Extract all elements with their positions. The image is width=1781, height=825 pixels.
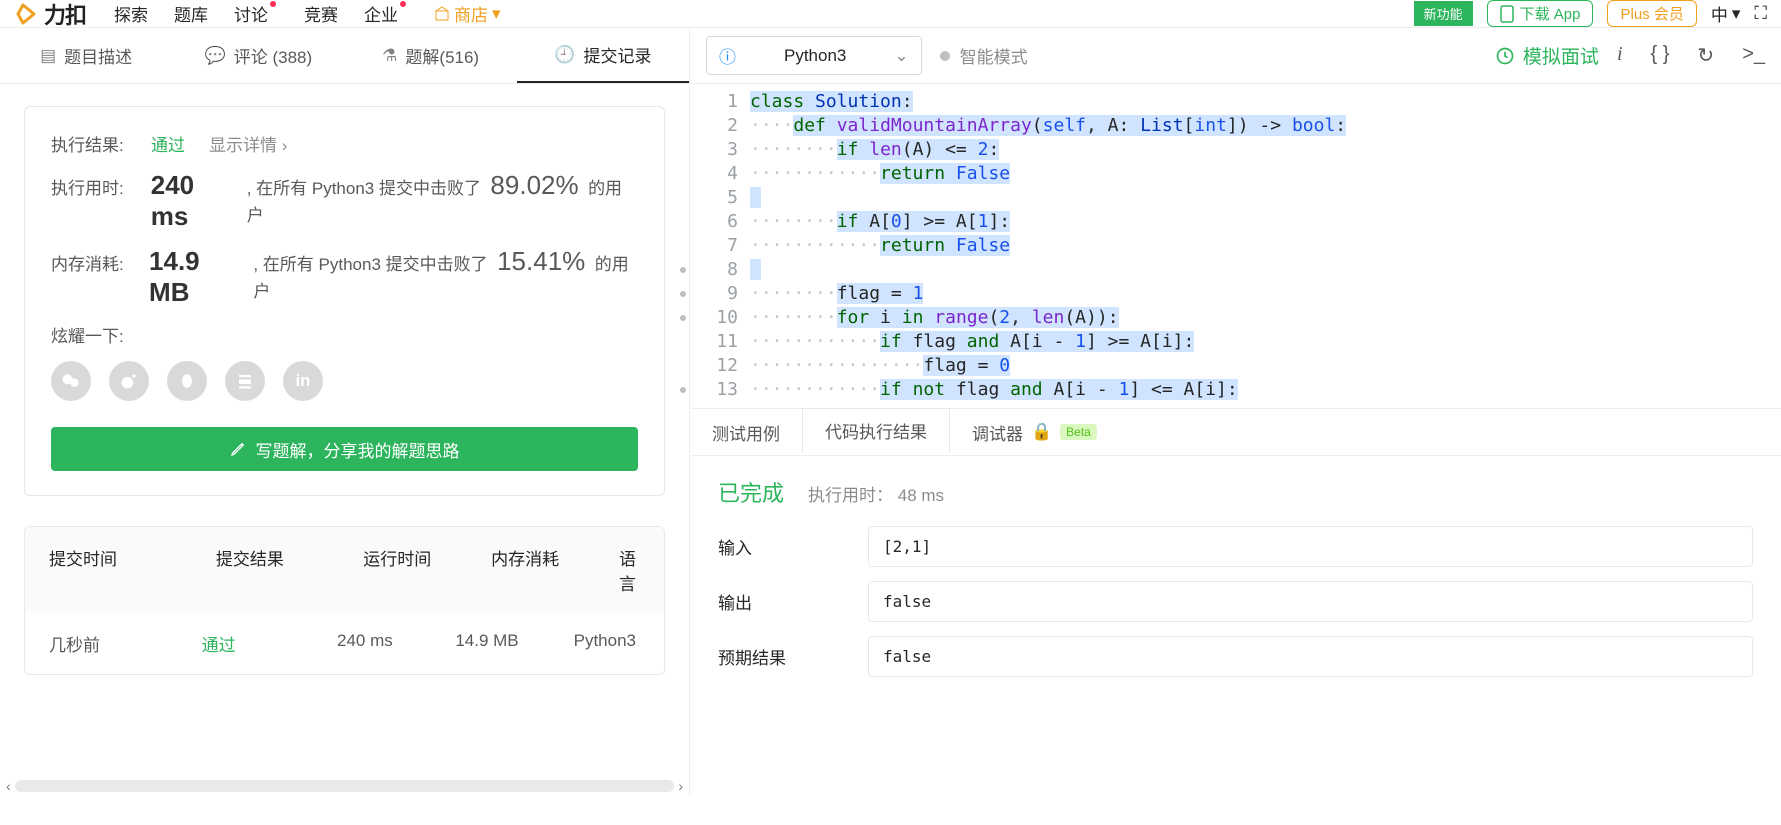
cell-result: 通过	[178, 631, 313, 656]
language-switch[interactable]: 中▾	[1711, 1, 1741, 26]
mock-interview-button[interactable]: 模拟面试	[1495, 42, 1599, 69]
info-icon: ⓘ	[719, 43, 736, 68]
lock-icon: 🔒	[1031, 422, 1052, 442]
table-row[interactable]: 几秒前 通过 240 ms 14.9 MB Python3	[25, 613, 664, 674]
red-dot-icon	[270, 1, 276, 7]
feature-flag: 新功能	[1414, 1, 1473, 26]
exec-status: 已完成	[718, 476, 784, 508]
flask-icon: ⚗	[382, 46, 397, 66]
bottom-tabs: 测试用例 代码执行结果 调试器 🔒 Beta	[690, 408, 1781, 456]
plus-button[interactable]: Plus 会员	[1607, 0, 1696, 27]
tab-exec-result[interactable]: 代码执行结果	[802, 408, 950, 454]
exec-runtime: 执行用时： 48 ms	[808, 481, 944, 506]
runtime-value: 240 ms	[151, 170, 239, 232]
tab-submissions[interactable]: 🕘提交记录	[517, 28, 689, 83]
result-status: 通过	[151, 131, 185, 156]
terminal-icon[interactable]: >_	[1742, 43, 1765, 68]
horizontal-scrollbar[interactable]: ‹ ›	[0, 777, 689, 795]
description-icon: ▤	[40, 46, 56, 66]
plus-label: Plus 会员	[1620, 3, 1683, 24]
code-editor[interactable]: 12345678910111213 class Solution:····def…	[690, 84, 1781, 408]
logo-text: 力扣	[44, 0, 86, 30]
clock-icon: 🕘	[554, 45, 575, 65]
tab-solutions[interactable]: ⚗题解(516)	[345, 28, 517, 83]
reset-icon[interactable]: ↻	[1697, 43, 1714, 68]
th-result: 提交结果	[192, 545, 339, 595]
comment-icon: 💬	[205, 46, 226, 66]
submission-table: 提交时间 提交结果 运行时间 内存消耗 语言 几秒前 通过 240 ms 14.…	[24, 526, 665, 675]
output-value: false	[868, 581, 1753, 622]
download-app-button[interactable]: 下载 App	[1487, 0, 1594, 27]
tab-description[interactable]: ▤题目描述	[0, 28, 172, 83]
result-label: 执行结果:	[51, 131, 151, 156]
cell-runtime: 240 ms	[313, 631, 431, 656]
result-card: 执行结果: 通过 显示详情 › 执行用时: 240 ms , 在所有 Pytho…	[24, 106, 665, 496]
memory-tail: , 在所有 Python3 提交中击败了 15.41% 的用户	[253, 246, 638, 302]
braces-icon[interactable]: { }	[1651, 43, 1670, 68]
nav-contest[interactable]: 竞赛	[304, 1, 338, 26]
wechat-icon[interactable]	[51, 361, 91, 401]
weibo-icon[interactable]	[109, 361, 149, 401]
th-memory: 内存消耗	[467, 545, 595, 595]
language-dropdown[interactable]: ⓘ Python3 ⌄	[706, 36, 922, 75]
editor-toolbar: ⓘ Python3 ⌄ 智能模式 模拟面试 i { } ↻ >_	[690, 28, 1781, 84]
beta-badge: Beta	[1060, 424, 1097, 440]
input-value: [2,1]	[868, 526, 1753, 567]
cell-time: 几秒前	[25, 631, 178, 656]
mode-dot-icon	[940, 51, 950, 61]
tab-testcases[interactable]: 测试用例	[690, 409, 802, 455]
chevron-down-icon: ⌄	[894, 46, 908, 66]
memory-value: 14.9 MB	[149, 246, 245, 308]
nav-discuss[interactable]: 讨论	[234, 1, 278, 26]
douban-icon[interactable]	[225, 361, 265, 401]
cell-memory: 14.9 MB	[431, 631, 549, 656]
output-label: 输出	[718, 589, 788, 614]
nav-explore[interactable]: 探索	[114, 1, 148, 26]
download-label: 下载 App	[1520, 3, 1581, 24]
runtime-tail: , 在所有 Python3 提交中击败了 89.02% 的用户	[247, 170, 638, 226]
chevron-down-icon: ▾	[492, 4, 501, 24]
th-lang: 语言	[595, 545, 664, 595]
language-value: Python3	[784, 46, 846, 66]
nav-problems[interactable]: 题库	[174, 1, 208, 26]
scroll-left-icon[interactable]: ‹	[6, 778, 11, 794]
expected-value: false	[868, 636, 1753, 677]
logo[interactable]: 力扣	[14, 0, 86, 30]
execution-panel: 已完成 执行用时： 48 ms 输入 [2,1] 输出 false 预期结果 f…	[690, 456, 1781, 711]
nav-enterprise[interactable]: 企业	[364, 1, 408, 26]
runtime-label: 执行用时:	[51, 174, 151, 199]
fullscreen-icon[interactable]: ⛶	[1754, 3, 1767, 24]
th-time: 提交时间	[25, 545, 192, 595]
input-label: 输入	[718, 534, 788, 559]
tab-debugger[interactable]: 调试器 🔒 Beta	[950, 409, 1119, 455]
qq-icon[interactable]	[167, 361, 207, 401]
memory-label: 内存消耗:	[51, 250, 149, 275]
linkedin-icon[interactable]: in	[283, 361, 323, 401]
info-italic-icon[interactable]: i	[1617, 43, 1623, 68]
smart-mode[interactable]: 智能模式	[940, 43, 1028, 68]
nav-shop[interactable]: 商店 ▾	[434, 1, 501, 26]
red-dot-icon	[400, 1, 406, 7]
left-tabs: ▤题目描述 💬评论 (388) ⚗题解(516) 🕘提交记录	[0, 28, 689, 84]
th-runtime: 运行时间	[339, 545, 467, 595]
tab-comments[interactable]: 💬评论 (388)	[172, 28, 344, 83]
write-solution-label: 写题解，分享我的解题思路	[256, 437, 460, 462]
show-detail-link[interactable]: 显示详情 ›	[209, 131, 287, 156]
cell-lang: Python3	[550, 631, 664, 656]
chevron-down-icon: ▾	[1732, 4, 1741, 24]
brag-label: 炫耀一下:	[51, 322, 151, 347]
write-solution-button[interactable]: 写题解，分享我的解题思路	[51, 427, 638, 471]
scroll-right-icon[interactable]: ›	[678, 778, 683, 794]
expected-label: 预期结果	[718, 644, 788, 669]
